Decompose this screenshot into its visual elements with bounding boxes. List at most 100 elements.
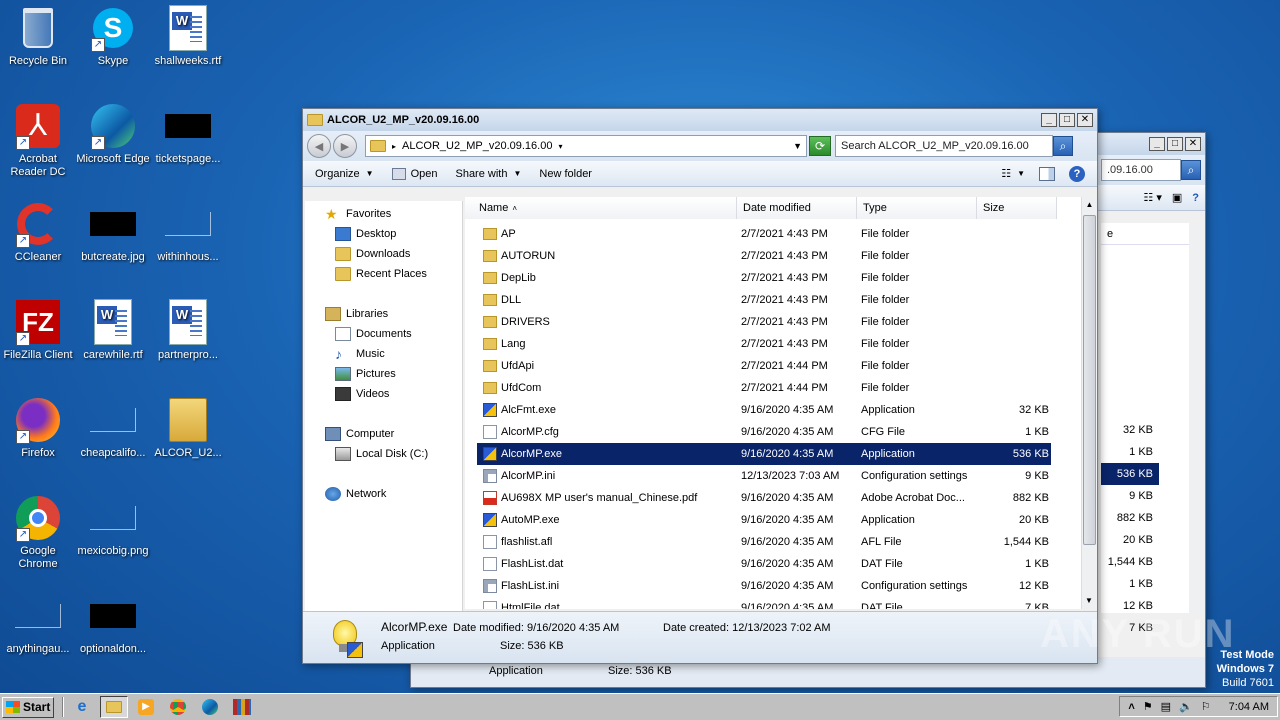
nav-downloads[interactable]: Downloads (335, 247, 410, 261)
new-folder-button[interactable]: New folder (539, 168, 592, 180)
file-row[interactable]: AlcorMP.cfg 9/16/2020 4:35 AM CFG File 1 KB (477, 421, 1051, 443)
search-icon[interactable]: ⌕ (1181, 160, 1201, 180)
desktop-icon-item[interactable]: mexicobig.png (75, 494, 151, 558)
tray-action-icon[interactable]: ⚐ (1201, 700, 1211, 713)
nav-favorites[interactable]: ★ Favorites (325, 207, 391, 221)
address-bar[interactable]: ▸ ALCOR_U2_MP_v20.09.16.00 ▾ ▼ (365, 135, 807, 157)
file-row[interactable]: AutoMP.exe 9/16/2020 4:35 AM Application 20… (477, 509, 1051, 531)
edge-taskbar-icon[interactable] (196, 696, 224, 718)
nav-libraries[interactable]: Libraries (325, 307, 388, 321)
column-header-date[interactable]: Date modified (737, 197, 857, 219)
explorer-window[interactable]: ALCOR_U2_MP_v20.09.16.00 _ □ ✕ ◀ ▶ ▸ ALC… (302, 108, 1098, 664)
file-list-scrollbar[interactable]: ▲ ▼ (1081, 197, 1097, 609)
organize-button[interactable]: Organize ▼ (315, 168, 374, 180)
desktop-icon-item[interactable]: FZ ↗ FileZilla Client (0, 298, 76, 362)
column-header-type[interactable]: Type (857, 197, 977, 219)
nav-videos[interactable]: Videos (335, 387, 389, 401)
nav-computer[interactable]: Computer (325, 427, 394, 441)
file-row[interactable]: FlashList.ini 9/16/2020 4:35 AM Configurat… (477, 575, 1051, 597)
clock[interactable]: 7:04 AM (1229, 701, 1269, 713)
view-options-icon[interactable]: ☷ ▾ (1143, 191, 1161, 204)
desktop-icon-item[interactable]: Wshallweeks.rtf (150, 4, 226, 68)
scroll-down-icon[interactable]: ▼ (1082, 593, 1096, 609)
file-row[interactable]: AlcorMP.ini 12/13/2023 7:03 AM Configurati… (477, 465, 1051, 487)
desktop-icon-item[interactable]: ↗ Google Chrome (0, 494, 76, 571)
desktop-icon-item[interactable]: Wpartnerpro... (150, 298, 226, 362)
tray-volume-icon[interactable]: 🔈 (1179, 700, 1193, 713)
desktop-icon-item[interactable]: anythingau... (0, 592, 76, 656)
desktop-icon-item[interactable]: ⅄ ↗ Acrobat Reader DC (0, 102, 76, 179)
more-views-icon[interactable]: ▼ (1017, 169, 1025, 178)
file-row[interactable]: flashlist.afl 9/16/2020 4:35 AM AFL File 1,… (477, 531, 1051, 553)
scroll-up-icon[interactable]: ▲ (1082, 197, 1097, 213)
explorer-taskbar-icon[interactable] (100, 696, 128, 718)
file-row[interactable]: DLL 2/7/2021 4:43 PM File folder (477, 289, 1051, 311)
share-with-button[interactable]: Share with ▼ (455, 168, 521, 180)
media-player-icon[interactable]: ▶ (132, 696, 160, 718)
help-icon[interactable]: ? (1192, 192, 1199, 204)
address-history-dropdown-icon[interactable]: ▼ (793, 141, 802, 151)
nav-local-disk[interactable]: Local Disk (C:) (335, 447, 428, 461)
tray-flag-icon[interactable]: ⚑ (1143, 700, 1153, 713)
desktop-icon-item[interactable]: butcreate.jpg (75, 200, 151, 264)
search-icon[interactable]: ⌕ (1053, 136, 1073, 156)
desktop-icon-item[interactable]: withinhous... (150, 200, 226, 264)
internet-explorer-icon[interactable]: e (68, 696, 96, 718)
maximize-icon[interactable]: □ (1167, 137, 1183, 151)
breadcrumb-dropdown-icon[interactable]: ▾ (558, 142, 562, 151)
file-row[interactable]: AU698X MP user's manual_Chinese.pdf 9/16/… (477, 487, 1051, 509)
nav-network[interactable]: Network (325, 487, 386, 501)
chrome-taskbar-icon[interactable] (164, 696, 192, 718)
file-row[interactable]: UfdCom 2/7/2021 4:44 PM File folder (477, 377, 1051, 399)
column-header-size[interactable]: Size (977, 197, 1057, 219)
start-button[interactable]: Start (2, 696, 54, 718)
tray-network-icon[interactable]: ▤ (1161, 700, 1171, 713)
desktop-icon-item[interactable]: cheapcalifo... (75, 396, 151, 460)
desktop-icon-item[interactable]: Recycle Bin (0, 4, 76, 68)
back-button[interactable]: ◀ (307, 134, 331, 158)
nav-desktop[interactable]: Desktop (335, 227, 396, 241)
file-row[interactable]: UfdApi 2/7/2021 4:44 PM File folder (477, 355, 1051, 377)
window-titlebar[interactable]: ALCOR_U2_MP_v20.09.16.00 _ □ ✕ (303, 109, 1097, 131)
desktop-icon-item[interactable]: ALCOR_U2... (150, 396, 226, 460)
tray-expand-icon[interactable]: ˄ (1128, 701, 1134, 713)
help-icon[interactable]: ? (1069, 165, 1085, 182)
desktop-icon-item[interactable]: ↗ CCleaner (0, 200, 76, 264)
nav-recent-places[interactable]: Recent Places (335, 267, 427, 281)
nav-pictures[interactable]: Pictures (335, 367, 396, 381)
file-row[interactable]: AlcorMP.exe 9/16/2020 4:35 AM Application 5… (477, 443, 1051, 465)
background-scrollbar[interactable] (1189, 223, 1205, 613)
archive-app-icon[interactable] (228, 696, 256, 718)
file-row[interactable]: DRIVERS 2/7/2021 4:43 PM File folder (477, 311, 1051, 333)
maximize-icon[interactable]: □ (1059, 113, 1075, 127)
search-input[interactable]: Search ALCOR_U2_MP_v20.09.16.00 (835, 135, 1053, 157)
close-icon[interactable]: ✕ (1077, 113, 1093, 127)
desktop-icon-item[interactable]: Wcarewhile.rtf (75, 298, 151, 362)
preview-pane-icon[interactable] (1039, 166, 1055, 181)
column-header-name[interactable]: Name ˄ (465, 197, 737, 219)
scroll-thumb[interactable] (1083, 215, 1096, 545)
minimize-icon[interactable]: _ (1041, 113, 1057, 127)
open-button[interactable]: Open (391, 167, 437, 180)
refresh-icon[interactable]: ⟳ (809, 136, 831, 156)
desktop-icon-item[interactable]: S ↗ Skype (75, 4, 151, 68)
close-icon[interactable]: ✕ (1185, 137, 1201, 151)
file-row[interactable]: DepLib 2/7/2021 4:43 PM File folder (477, 267, 1051, 289)
change-view-icon[interactable]: ☷ (1001, 167, 1011, 180)
breadcrumb[interactable]: ALCOR_U2_MP_v20.09.16.00 (402, 140, 552, 152)
file-row[interactable]: Lang 2/7/2021 4:43 PM File folder (477, 333, 1051, 355)
file-row[interactable]: AlcFmt.exe 9/16/2020 4:35 AM Application 32… (477, 399, 1051, 421)
forward-button[interactable]: ▶ (333, 134, 357, 158)
nav-documents[interactable]: Documents (335, 327, 412, 341)
file-row[interactable]: AP 2/7/2021 4:43 PM File folder (477, 223, 1051, 245)
desktop-icon-item[interactable]: ticketspage... (150, 102, 226, 166)
desktop-icon-item[interactable]: ↗ Firefox (0, 396, 76, 460)
desktop-icon-item[interactable]: ↗ Microsoft Edge (75, 102, 151, 166)
minimize-icon[interactable]: _ (1149, 137, 1165, 151)
file-row[interactable]: AUTORUN 2/7/2021 4:43 PM File folder (477, 245, 1051, 267)
breadcrumb-chevron-icon[interactable]: ▸ (392, 142, 396, 151)
desktop-icon-item[interactable]: optionaldon... (75, 592, 151, 656)
background-search-input[interactable]: .09.16.00 (1101, 159, 1181, 181)
file-row[interactable]: FlashList.dat 9/16/2020 4:35 AM DAT File 1 … (477, 553, 1051, 575)
nav-music[interactable]: ♪ Music (335, 347, 385, 361)
